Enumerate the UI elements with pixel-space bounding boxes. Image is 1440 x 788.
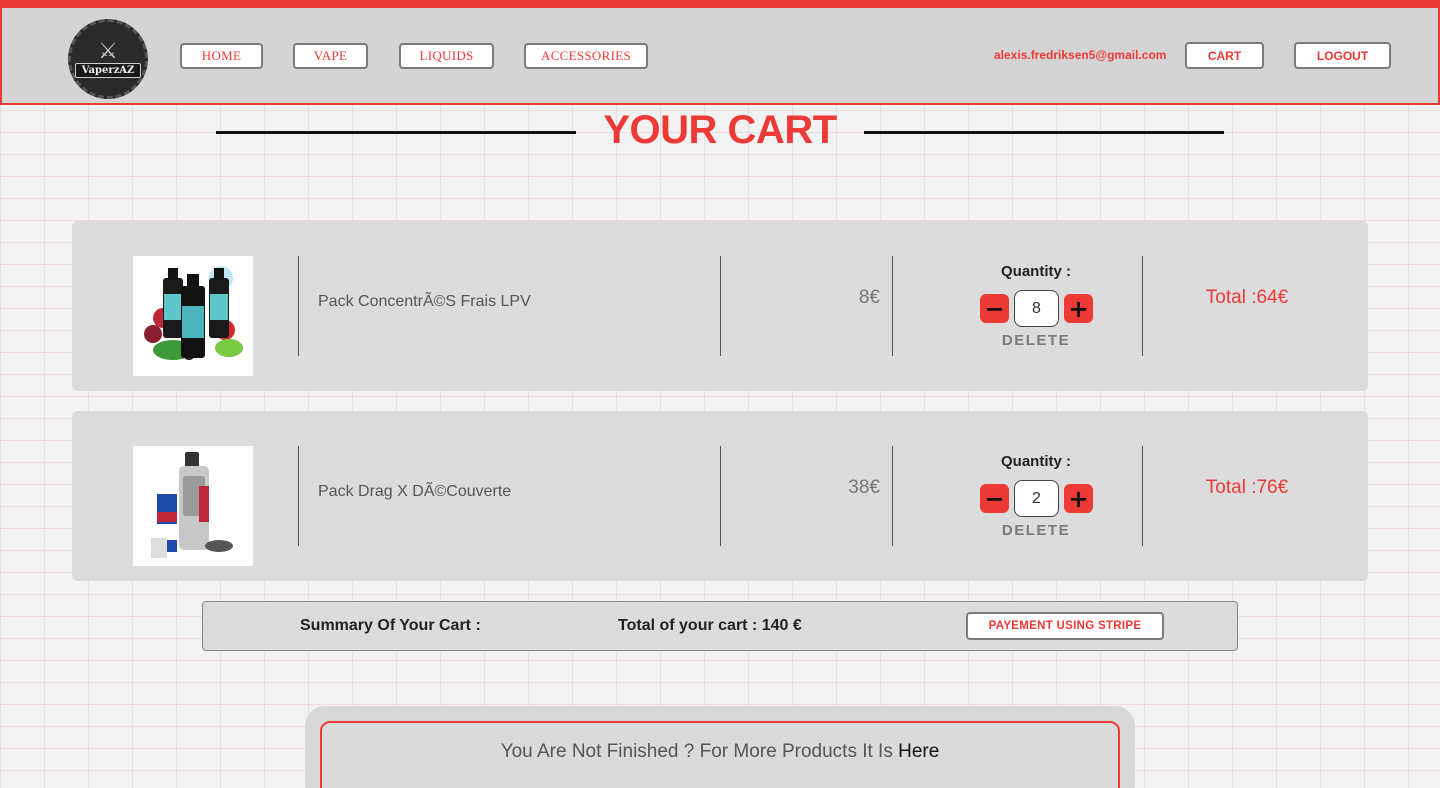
plus-icon[interactable]: + xyxy=(1064,294,1093,323)
navbar: ⚔ VaperzAZ HOME VAPE LIQUIDS ACCESSORIES… xyxy=(0,8,1440,105)
page-title: YOUR CART xyxy=(603,108,837,152)
logout-button[interactable]: LOGOUT xyxy=(1294,42,1391,69)
item-total: Total :64€ xyxy=(1205,287,1289,308)
column-divider xyxy=(1142,256,1143,356)
product-image[interactable] xyxy=(133,446,253,566)
more-products-link[interactable]: Here xyxy=(898,741,939,762)
minus-icon[interactable]: − xyxy=(980,294,1009,323)
delete-button[interactable]: DELETE xyxy=(980,332,1092,349)
more-products-text: You Are Not Finished ? For More Products… xyxy=(322,741,1118,763)
item-total: Total :76€ xyxy=(1205,477,1289,498)
quantity-input[interactable]: 2 xyxy=(1014,480,1059,517)
cart-button[interactable]: CART xyxy=(1185,42,1264,69)
crossed-swords-icon: ⚔ xyxy=(98,38,118,64)
column-divider xyxy=(298,446,299,546)
title-divider-left xyxy=(216,131,576,134)
stripe-payment-button[interactable]: PAYEMENT USING STRIPE xyxy=(966,612,1164,640)
product-image[interactable] xyxy=(133,256,253,376)
column-divider xyxy=(298,256,299,356)
quantity-label: Quantity : xyxy=(1001,453,1071,470)
logo-text: VaperzAZ xyxy=(74,62,142,78)
site-logo[interactable]: ⚔ VaperzAZ xyxy=(68,19,148,99)
quantity-input[interactable]: 8 xyxy=(1014,290,1059,327)
delete-button[interactable]: DELETE xyxy=(980,522,1092,539)
title-divider-right xyxy=(864,131,1224,134)
more-products-box: You Are Not Finished ? For More Products… xyxy=(320,721,1120,788)
cart-summary: Summary Of Your Cart : Total of your car… xyxy=(202,601,1238,651)
plus-icon[interactable]: + xyxy=(1064,484,1093,513)
cart-item: Pack Drag X DÃ©Couverte 38€ Quantity : −… xyxy=(72,411,1368,581)
cart-total: Total of your cart : 140 € xyxy=(618,617,802,634)
column-divider xyxy=(1142,446,1143,546)
column-divider xyxy=(892,446,893,546)
more-products-panel: You Are Not Finished ? For More Products… xyxy=(305,706,1135,788)
more-products-message: You Are Not Finished ? For More Products… xyxy=(500,741,899,762)
quantity-label: Quantity : xyxy=(1001,263,1071,280)
user-email: alexis.fredriksen5@gmail.com xyxy=(994,48,1167,62)
product-name[interactable]: Pack Drag X DÃ©Couverte xyxy=(318,483,511,501)
product-name[interactable]: Pack ConcentrÃ©S Frais LPV xyxy=(318,293,531,311)
minus-icon[interactable]: − xyxy=(980,484,1009,513)
summary-label: Summary Of Your Cart : xyxy=(300,617,481,634)
top-accent-strip xyxy=(0,0,1440,8)
nav-accessories-button[interactable]: ACCESSORIES xyxy=(524,43,648,69)
nav-home-button[interactable]: HOME xyxy=(180,43,263,69)
column-divider xyxy=(892,256,893,356)
column-divider xyxy=(720,256,721,356)
product-price: 8€ xyxy=(858,287,880,308)
product-price: 38€ xyxy=(848,477,880,498)
nav-vape-button[interactable]: VAPE xyxy=(293,43,368,69)
cart-item: Pack ConcentrÃ©S Frais LPV 8€ Quantity :… xyxy=(72,221,1368,391)
nav-liquids-button[interactable]: LIQUIDS xyxy=(399,43,494,69)
column-divider xyxy=(720,446,721,546)
